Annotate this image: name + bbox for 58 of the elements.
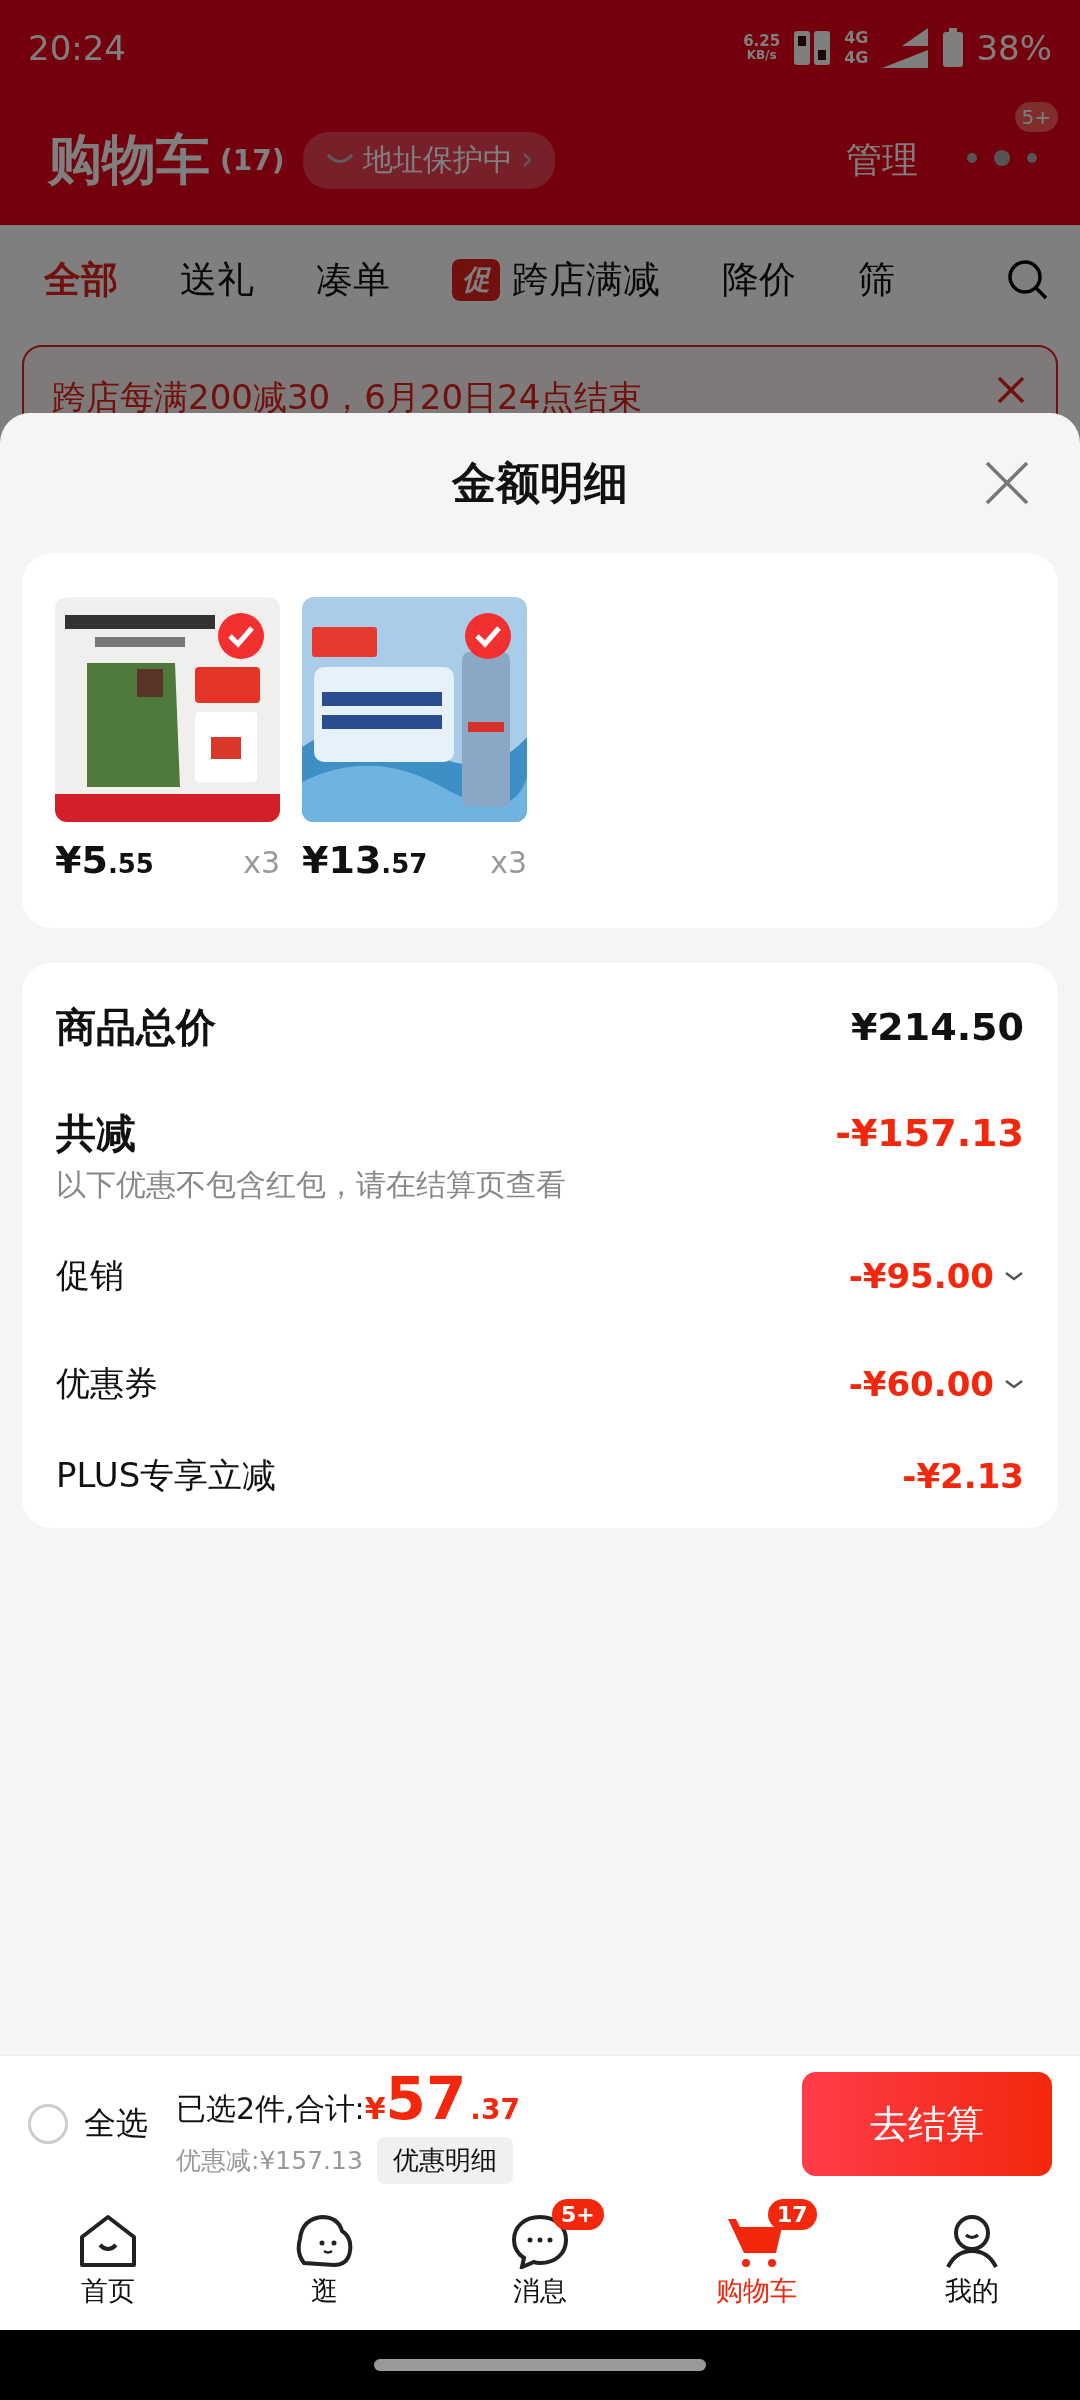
chevron-down-icon[interactable] [1004,1270,1024,1282]
chevron-right-icon [520,151,533,169]
signal-icon [880,25,931,70]
promo-text: 跨店每满200减30，6月20日24点结束 [52,376,644,419]
nav-item[interactable]: 我的 [864,2192,1080,2330]
selected-summary: 已选2件,合计: [176,2089,365,2128]
notification-badge: 5+ [1014,102,1058,132]
discount-item-label: PLUS专享立减 [56,1454,277,1497]
search-icon[interactable] [1006,258,1050,302]
filter-tab[interactable]: 促 跨店满减 [452,255,660,305]
count-badge: 17 [768,2199,817,2230]
filter-tab[interactable]: 全部 [44,255,118,305]
discount-detail-button[interactable]: 优惠明细 [376,2136,513,2184]
nav-item[interactable]: 17 购物车 [648,2192,864,2330]
nav-item[interactable]: 逛 [216,2192,432,2330]
select-all-radio[interactable] [28,2104,68,2144]
discount-value: -¥157.13 [835,1111,1024,1155]
close-icon[interactable] [984,460,1030,506]
chevron-down-icon[interactable] [1004,1378,1024,1390]
home-icon [78,2213,138,2269]
count-badge: 5+ [552,2199,604,2230]
discount-label: 共减 [56,1108,136,1158]
total-label: 商品总价 [56,1002,216,1052]
discount-item-value: -¥95.00 [848,1256,994,1296]
nav-item[interactable]: 5+ 消息 [432,2192,648,2330]
check-icon[interactable] [218,613,264,659]
total-value: ¥214.50 [850,1005,1024,1049]
status-time: 20:24 [28,27,126,68]
smiling-blob-icon [294,2213,354,2269]
filter-tab[interactable]: 凑单 [316,255,390,305]
sheet-title: 金额明细 [452,455,628,510]
discount-item-value: -¥60.00 [848,1364,994,1404]
battery-icon [942,27,965,68]
close-icon[interactable] [996,375,1026,405]
filter-tab[interactable]: 送礼 [180,255,254,305]
product-quantity: x3 [490,845,527,880]
discount-item-label: 优惠券 [56,1362,158,1405]
total-amount: ¥57.37 [364,2064,520,2133]
nav-item[interactable]: 首页 [0,2192,216,2330]
discount-item-label: 促销 [56,1254,124,1297]
check-icon[interactable] [465,613,511,659]
product-price: ¥13.57 [302,838,428,882]
gesture-handle[interactable] [374,2359,706,2371]
manage-button[interactable]: 管理 [840,134,924,186]
network-speed: 6.25 KB/s [743,32,781,63]
network-type: 4G 4G [844,28,869,67]
product-quantity: x3 [243,845,280,880]
battery-level: 38% [976,27,1052,68]
page-title: 购物车 [48,126,210,193]
filter-tab[interactable]: 降价 [722,255,796,305]
product-price: ¥5.55 [55,838,154,882]
checkout-button[interactable]: 去结算 [802,2072,1052,2176]
discount-note: 以下优惠不包含红包，请在结算页查看 [56,1166,567,1204]
discount-item-value: -¥2.13 [902,1456,1024,1496]
filter-tab[interactable]: 筛 [858,255,895,305]
cart-count: (17) [220,143,285,177]
discount-summary: 优惠减:¥157.13 [176,2144,363,2177]
select-all-label[interactable]: 全选 [84,2102,148,2146]
